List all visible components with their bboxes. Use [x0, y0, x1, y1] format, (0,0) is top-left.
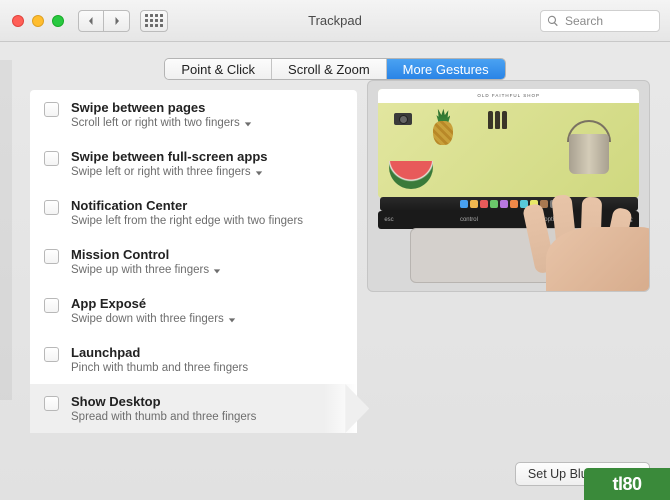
nav-buttons: [78, 10, 130, 32]
grid-icon: [145, 14, 163, 27]
touchbar-esc: esc: [384, 217, 393, 223]
gesture-preview: OLD FAITHFUL SHOP esc control option ⌘: [367, 80, 650, 440]
dock-app-icon: [460, 200, 468, 208]
watermelon-illustration: [389, 161, 433, 189]
camera-illustration: [394, 113, 412, 125]
option-subtitle[interactable]: Swipe left or right with three fingers: [71, 166, 268, 178]
tab-more-gestures[interactable]: More Gestures: [387, 59, 505, 79]
option-title: Mission Control: [71, 247, 221, 262]
option-title: Show Desktop: [71, 394, 256, 409]
checkbox[interactable]: [44, 347, 59, 362]
checkbox[interactable]: [44, 200, 59, 215]
option-title: Swipe between pages: [71, 100, 252, 115]
laptop-screen: OLD FAITHFUL SHOP: [378, 89, 639, 198]
pineapple-illustration: [430, 109, 456, 145]
gesture-option-swipe-between-full-screen-apps[interactable]: Swipe between full-screen apps Swipe left…: [30, 139, 357, 188]
option-subtitle[interactable]: Scroll left or right with two fingers: [71, 117, 252, 129]
gesture-option-notification-center[interactable]: Notification Center Swipe left from the r…: [30, 188, 357, 237]
option-subtitle: Spread with thumb and three fingers: [71, 411, 256, 423]
touchbar-control: control: [460, 217, 478, 223]
gesture-option-show-desktop[interactable]: Show Desktop Spread with thumb and three …: [30, 384, 357, 433]
search-placeholder: Search: [565, 14, 603, 28]
back-button[interactable]: [78, 10, 104, 32]
bottles-illustration: [488, 111, 507, 129]
option-title: Notification Center: [71, 198, 303, 213]
laptop-illustration: OLD FAITHFUL SHOP esc control option ⌘: [367, 80, 650, 292]
option-title: Swipe between full-screen apps: [71, 149, 268, 164]
titlebar: Trackpad Search: [0, 0, 670, 42]
window-controls: [12, 15, 64, 27]
content-area: Swipe between pages Scroll left or right …: [20, 80, 650, 440]
zoom-button[interactable]: [52, 15, 64, 27]
left-edge-decoration: [0, 60, 12, 400]
bucket-illustration: [565, 120, 613, 174]
gesture-option-app-expos-[interactable]: App Exposé Swipe down with three fingers: [30, 286, 357, 335]
checkbox[interactable]: [44, 102, 59, 117]
option-title: Launchpad: [71, 345, 248, 360]
checkbox[interactable]: [44, 151, 59, 166]
chevron-down-icon: [213, 266, 221, 274]
hand-illustration: [517, 192, 650, 292]
checkbox[interactable]: [44, 249, 59, 264]
tab-scroll-zoom[interactable]: Scroll & Zoom: [272, 59, 387, 79]
tab-bar: Point & ClickScroll & ZoomMore Gestures: [0, 58, 670, 80]
gesture-option-launchpad[interactable]: Launchpad Pinch with thumb and three fing…: [30, 335, 357, 384]
watermark-badge: tl80: [584, 468, 670, 500]
search-icon: [547, 15, 559, 27]
minimize-button[interactable]: [32, 15, 44, 27]
dock-app-icon: [490, 200, 498, 208]
show-all-button[interactable]: [140, 10, 168, 32]
chevron-down-icon: [244, 119, 252, 127]
chevron-down-icon: [255, 168, 263, 176]
search-field[interactable]: Search: [540, 10, 660, 32]
option-title: App Exposé: [71, 296, 236, 311]
close-button[interactable]: [12, 15, 24, 27]
gesture-option-swipe-between-pages[interactable]: Swipe between pages Scroll left or right …: [30, 90, 357, 139]
preview-desktop: [378, 103, 639, 198]
forward-button[interactable]: [104, 10, 130, 32]
preview-site-header: OLD FAITHFUL SHOP: [378, 89, 639, 103]
gesture-option-mission-control[interactable]: Mission Control Swipe up with three finge…: [30, 237, 357, 286]
dock-app-icon: [470, 200, 478, 208]
checkbox[interactable]: [44, 396, 59, 411]
window-title: Trackpad: [308, 13, 362, 28]
option-subtitle: Swipe left from the right edge with two …: [71, 215, 303, 227]
chevron-down-icon: [228, 315, 236, 323]
trackpad-prefs-window: Trackpad Search Point & ClickScroll & Zo…: [0, 0, 670, 500]
dock-app-icon: [500, 200, 508, 208]
gestures-list: Swipe between pages Scroll left or right …: [20, 80, 347, 440]
dock-app-icon: [480, 200, 488, 208]
option-subtitle: Pinch with thumb and three fingers: [71, 362, 248, 374]
option-subtitle[interactable]: Swipe up with three fingers: [71, 264, 221, 276]
tab-point-click[interactable]: Point & Click: [165, 59, 272, 79]
option-subtitle[interactable]: Swipe down with three fingers: [71, 313, 236, 325]
checkbox[interactable]: [44, 298, 59, 313]
